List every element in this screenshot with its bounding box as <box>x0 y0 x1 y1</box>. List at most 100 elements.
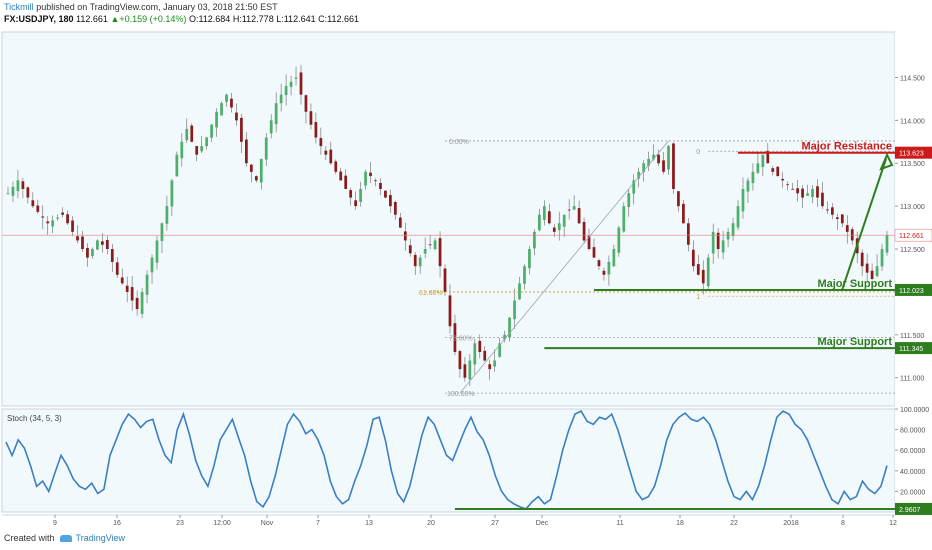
candle-body <box>607 261 611 275</box>
candle-body <box>523 266 526 284</box>
candle-body <box>875 266 879 277</box>
candle-body <box>741 188 745 212</box>
candle-body <box>821 192 824 207</box>
tradingview-logo-icon <box>59 535 72 543</box>
price-tick-label: 114.500 <box>900 75 925 82</box>
candle-body <box>284 86 288 96</box>
stoch-pane[interactable] <box>1 408 896 513</box>
candle-body <box>349 190 353 198</box>
candle-body <box>667 146 670 170</box>
fib-extension-label: 0 <box>696 149 700 156</box>
candle-body <box>379 182 382 189</box>
stoch-tick-label: 80.0000 <box>900 428 925 435</box>
price-tick-label: 111.500 <box>900 333 924 340</box>
time-tick-label: Nov <box>261 520 274 527</box>
candle-body <box>811 188 814 198</box>
candle-body <box>493 360 497 367</box>
created-with-text: Created with <box>4 533 55 543</box>
candle-body <box>850 229 854 241</box>
fib-level-label: 61.80% <box>419 290 443 297</box>
candle-body <box>215 111 218 128</box>
candle-body <box>791 188 795 190</box>
candle-body <box>100 241 104 245</box>
candle-body <box>46 221 50 224</box>
candle-body <box>657 154 660 164</box>
stoch-tick-label: 60.0000 <box>900 448 925 455</box>
candle-body <box>31 200 35 207</box>
candle-body <box>458 351 462 370</box>
candle-body <box>389 195 392 207</box>
candle-body <box>473 343 477 365</box>
candle-body <box>726 231 730 240</box>
candle-body <box>299 72 303 95</box>
candle-body <box>513 300 516 320</box>
candle-body <box>547 211 551 224</box>
candle-body <box>756 163 760 173</box>
time-tick-label: 12:00 <box>213 520 231 527</box>
candle-body <box>66 214 69 224</box>
candle-body <box>393 202 397 215</box>
candle-body <box>538 214 541 231</box>
chart-canvas[interactable]: 114.500 114.000 113.500 113.000 112.500 112.0… <box>0 0 932 550</box>
time-tick-label: 12 <box>889 520 897 527</box>
fib-level-label: 0.00% <box>449 139 469 146</box>
candle-body <box>736 206 740 228</box>
candle-body <box>438 238 442 267</box>
time-tick-label: 13 <box>365 520 373 527</box>
candle-body <box>597 260 601 267</box>
candle-body <box>145 274 149 295</box>
candle-body <box>76 236 79 241</box>
candle-body <box>56 217 60 219</box>
price-tick-label: 114.000 <box>900 118 925 125</box>
candle-body <box>771 168 775 172</box>
tradingview-link[interactable]: TradingView <box>76 533 126 543</box>
candle-body <box>528 249 531 269</box>
candle-body <box>865 263 869 273</box>
candle-body <box>269 120 273 134</box>
candle-body <box>776 166 780 177</box>
candle-body <box>334 161 338 172</box>
candle-body <box>761 154 765 168</box>
candle-body <box>677 191 680 207</box>
candle-body <box>478 340 482 352</box>
candle-body <box>622 206 626 232</box>
candle-body <box>254 176 258 181</box>
candle-body <box>835 217 839 219</box>
candle-body <box>612 249 616 267</box>
candle-body <box>518 283 521 300</box>
candle-body <box>403 231 407 241</box>
candle-body <box>230 98 233 108</box>
level-price-label: 111.345 <box>899 346 923 353</box>
footer: Created with TradingView <box>4 533 125 543</box>
price-axis <box>895 32 932 512</box>
candle-body <box>329 149 333 164</box>
candle-body <box>289 81 293 87</box>
candle-body <box>225 94 228 102</box>
candle-body <box>845 225 849 232</box>
candle-body <box>165 206 169 224</box>
price-pane[interactable] <box>1 31 896 407</box>
candle-body <box>125 285 129 292</box>
candle-body <box>448 295 452 327</box>
candle-body <box>816 186 819 198</box>
candle-body <box>701 269 705 284</box>
candle-body <box>339 171 343 181</box>
time-tick-label: 18 <box>676 520 684 527</box>
candle-body <box>483 350 487 361</box>
candle-body <box>860 252 864 267</box>
candle-body <box>433 240 437 249</box>
time-tick-label: Dec <box>536 520 549 527</box>
fib-level-label: 78.60% <box>449 335 473 342</box>
candle-body <box>572 206 576 210</box>
candle-body <box>592 247 596 258</box>
candle-body <box>294 77 298 79</box>
candle-body <box>41 216 45 218</box>
candle-body <box>463 364 467 378</box>
candle-body <box>120 277 124 284</box>
candle-body <box>885 235 889 253</box>
candle-body <box>731 223 735 237</box>
candle-body <box>364 171 367 186</box>
candle-body <box>880 249 884 267</box>
candle-body <box>781 178 785 181</box>
candle-body <box>135 297 139 310</box>
